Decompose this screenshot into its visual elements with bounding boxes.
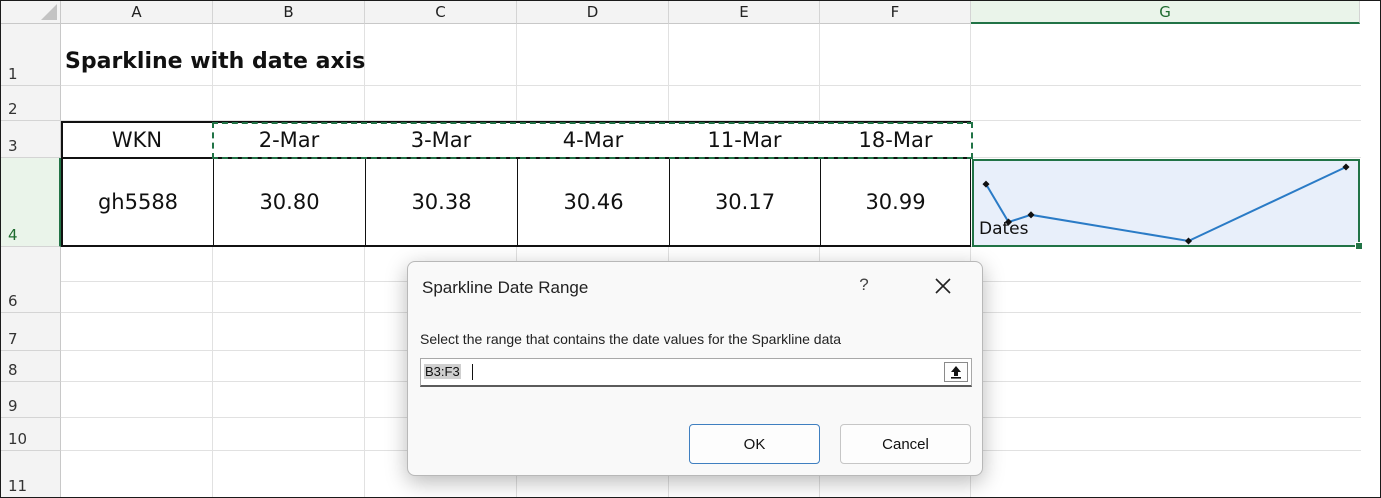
close-icon[interactable] (928, 271, 958, 301)
up-arrow-icon (951, 366, 961, 379)
text-caret (472, 364, 473, 380)
sparkline-marker-18-mar (1342, 163, 1350, 171)
table-top-border (61, 121, 971, 123)
cell-f3[interactable]: 18-Mar (820, 122, 971, 159)
close-x-glyph (935, 278, 951, 294)
ok-button[interactable]: OK (689, 424, 820, 464)
cancel-button[interactable]: Cancel (840, 424, 971, 464)
sparkline-date-range-dialog: Sparkline Date Range ? Select the range … (407, 261, 983, 476)
cell-c3[interactable]: 3-Mar (365, 122, 517, 159)
row-header-9[interactable]: 9 (1, 382, 61, 418)
column-header-c[interactable]: C (365, 1, 517, 24)
gridline (212, 24, 213, 497)
row-header-7[interactable]: 7 (1, 313, 61, 351)
cell-d4[interactable]: 30.46 (517, 159, 669, 247)
cell-b4[interactable]: 30.80 (213, 159, 365, 247)
gridline (61, 85, 1361, 86)
row-header-2[interactable]: 2 (1, 86, 61, 121)
row-header-10[interactable]: 10 (1, 418, 61, 451)
column-header-b[interactable]: B (213, 1, 365, 24)
cell-a3[interactable]: WKN (61, 122, 213, 159)
cell-b3[interactable]: 2-Mar (213, 122, 365, 159)
sparkline-chart (982, 163, 1350, 245)
help-icon[interactable]: ? (854, 275, 874, 295)
gridline (364, 24, 365, 497)
sparkline-marker-11-mar (1184, 237, 1193, 245)
table-mid-border (61, 157, 973, 159)
table-left-border (61, 122, 63, 159)
column-header-f[interactable]: F (820, 1, 971, 24)
sheet-title[interactable]: Sparkline with date axis (65, 49, 365, 74)
cell-c4[interactable]: 30.38 (365, 159, 517, 247)
fill-handle[interactable] (1355, 242, 1363, 250)
dialog-title: Sparkline Date Range (422, 278, 589, 297)
sparkline-marker-4-mar (1027, 211, 1035, 219)
row-header-11[interactable]: 11 (1, 451, 61, 497)
date-range-input[interactable]: B3:F3 (420, 358, 972, 387)
sparkline-dates-label: Dates (979, 219, 1029, 239)
sparkline-line (985, 166, 1347, 243)
cell-e4[interactable]: 30.17 (669, 159, 820, 247)
row-header-6[interactable]: 6 (1, 262, 61, 313)
row-header-1[interactable]: 1 (1, 24, 61, 86)
date-range-value[interactable]: B3:F3 (424, 364, 461, 379)
cell-e3[interactable]: 11-Mar (669, 122, 820, 159)
row-header-8[interactable]: 8 (1, 351, 61, 382)
cell-f4[interactable]: 30.99 (820, 159, 971, 247)
row-header-3[interactable]: 3 (1, 121, 61, 158)
column-header-g[interactable]: G (971, 1, 1360, 24)
cell-a4[interactable]: gh5588 (61, 159, 213, 247)
cell-d3[interactable]: 4-Mar (517, 122, 669, 159)
collapse-dialog-button[interactable] (944, 362, 968, 382)
excel-sheet: A B C D E F G 1 2 3 4 5 6 7 8 9 10 11 Sp… (0, 0, 1381, 498)
column-header-e[interactable]: E (669, 1, 820, 24)
sparkline-cell-g4[interactable] (972, 159, 1360, 247)
column-header-d[interactable]: D (517, 1, 669, 24)
dialog-instruction: Select the range that contains the date … (420, 331, 842, 347)
column-header-a[interactable]: A (61, 1, 213, 24)
select-all-corner[interactable] (1, 1, 61, 24)
row-header-4[interactable]: 4 (1, 158, 61, 247)
